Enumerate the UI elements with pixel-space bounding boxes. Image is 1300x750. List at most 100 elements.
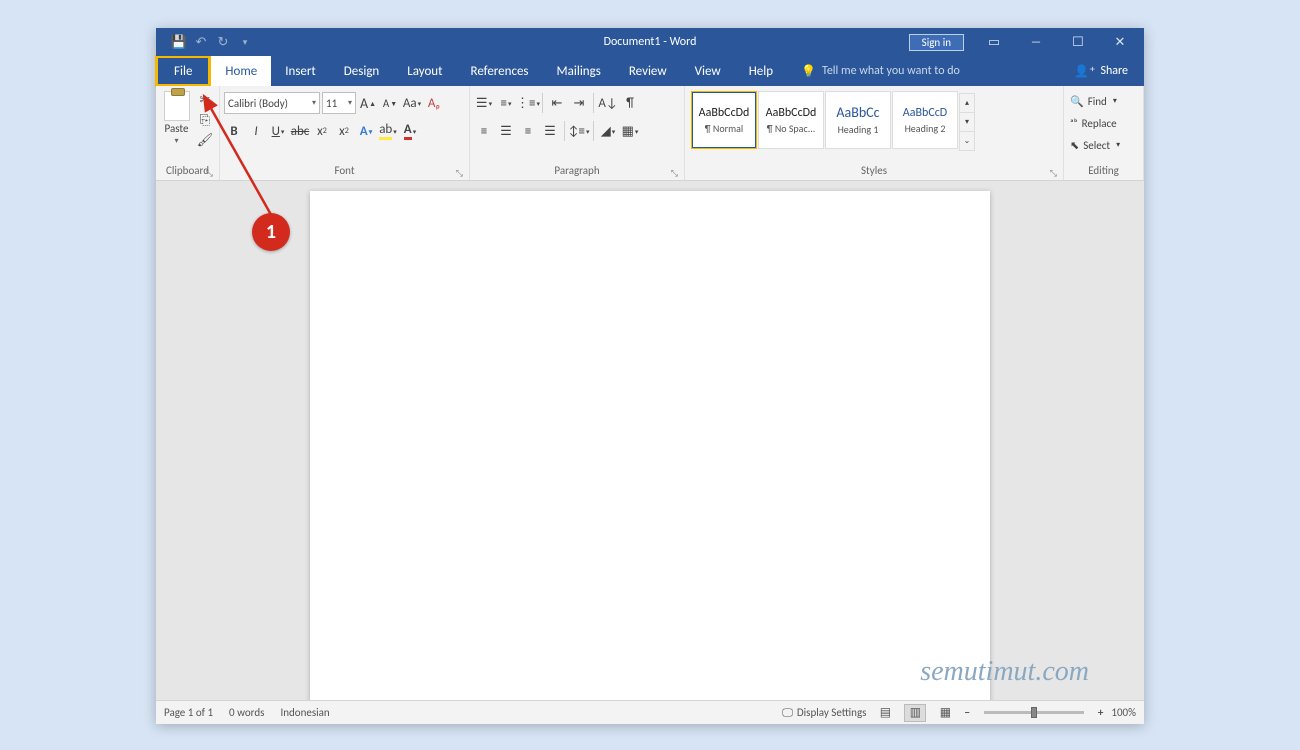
paragraph-launcher-icon[interactable]: ⤡: [671, 168, 678, 179]
tab-references[interactable]: References: [457, 56, 543, 86]
zoom-out-button[interactable]: −: [964, 706, 969, 719]
zoom-level[interactable]: 100%: [1111, 706, 1136, 719]
gallery-more-icon[interactable]: ⌄: [960, 132, 974, 150]
numbering-icon[interactable]: ≡▾: [496, 92, 516, 114]
style-preview: AaBbCcD: [903, 106, 947, 120]
chevron-down-icon: ▾: [174, 136, 178, 146]
clipboard-icon: [164, 91, 190, 121]
document-area: semutimut.com: [156, 181, 1144, 700]
group-editing-label: Editing: [1068, 164, 1139, 180]
status-page[interactable]: Page 1 of 1: [164, 706, 213, 719]
monitor-icon: 🖵: [782, 706, 793, 720]
borders-icon[interactable]: ▦▾: [620, 120, 640, 142]
bold-button[interactable]: B: [224, 120, 244, 142]
clear-formatting-icon[interactable]: Aᵨ: [424, 92, 444, 114]
align-left-icon[interactable]: ≡: [474, 120, 494, 142]
copy-icon[interactable]: ⎘: [195, 111, 215, 129]
tab-home[interactable]: Home: [211, 56, 271, 86]
sort-icon[interactable]: A↓: [598, 92, 618, 114]
minimize-icon[interactable]: ―: [1016, 28, 1056, 56]
close-icon[interactable]: ✕: [1100, 28, 1140, 56]
italic-button[interactable]: I: [246, 120, 266, 142]
styles-launcher-icon[interactable]: ⤡: [1050, 168, 1057, 179]
web-layout-icon[interactable]: ▦: [934, 704, 956, 722]
font-size-combo[interactable]: 11▾: [322, 92, 356, 114]
font-color-icon[interactable]: A▾: [400, 120, 420, 142]
maximize-icon[interactable]: ☐: [1058, 28, 1098, 56]
show-hide-marks-icon[interactable]: ¶: [620, 92, 640, 114]
highlight-color-icon[interactable]: ab▾: [378, 120, 398, 142]
tab-design[interactable]: Design: [330, 56, 393, 86]
increase-indent-icon[interactable]: ⇥: [569, 92, 589, 114]
read-mode-icon[interactable]: ▤: [874, 704, 896, 722]
tab-mailings[interactable]: Mailings: [543, 56, 615, 86]
subscript-button[interactable]: x2: [312, 120, 332, 142]
style-no-spacing[interactable]: AaBbCcDd ¶ No Spac...: [758, 91, 824, 149]
qat-customize-icon[interactable]: ▾: [236, 33, 254, 51]
print-layout-icon[interactable]: ▥: [904, 704, 926, 722]
format-painter-icon[interactable]: 🖌: [195, 131, 215, 149]
signin-button[interactable]: Sign in: [909, 34, 964, 51]
style-normal[interactable]: AaBbCcDd ¶ Normal: [691, 91, 757, 149]
change-case-icon[interactable]: Aa▾: [402, 92, 422, 114]
tab-help[interactable]: Help: [735, 56, 787, 86]
text-effects-icon[interactable]: A▾: [356, 120, 376, 142]
grow-font-icon[interactable]: A▲: [358, 92, 378, 114]
bullets-icon[interactable]: ☰▾: [474, 92, 494, 114]
share-button[interactable]: 👤⁺ Share: [1074, 56, 1144, 86]
share-label: Share: [1100, 64, 1128, 78]
quick-access-toolbar: 💾 ↶ ↻ ▾: [156, 33, 254, 51]
replace-button[interactable]: ᵃᵇReplace: [1068, 113, 1120, 133]
cut-icon[interactable]: ✂: [195, 91, 215, 109]
line-spacing-icon[interactable]: ↕≡▾: [569, 120, 589, 142]
undo-icon[interactable]: ↶: [192, 33, 210, 51]
strikethrough-button[interactable]: abc: [290, 120, 310, 142]
tab-file[interactable]: File: [155, 55, 211, 87]
font-launcher-icon[interactable]: ⤡: [456, 168, 463, 179]
gallery-down-icon[interactable]: ▾: [960, 113, 974, 132]
tab-review[interactable]: Review: [615, 56, 681, 86]
superscript-button[interactable]: x2: [334, 120, 354, 142]
tell-me-search[interactable]: 💡 Tell me what you want to do: [787, 56, 960, 86]
status-language[interactable]: Indonesian: [280, 706, 329, 719]
share-icon: 👤⁺: [1074, 64, 1095, 78]
document-page[interactable]: [310, 191, 990, 700]
shrink-font-icon[interactable]: A▼: [380, 92, 400, 114]
decrease-indent-icon[interactable]: ⇤: [547, 92, 567, 114]
style-heading1[interactable]: AaBbCc Heading 1: [825, 91, 891, 149]
clipboard-launcher-icon[interactable]: ⤡: [206, 168, 213, 179]
paste-button[interactable]: Paste ▾: [160, 89, 193, 146]
align-center-icon[interactable]: ☰: [496, 120, 516, 142]
tab-insert[interactable]: Insert: [271, 56, 330, 86]
align-right-icon[interactable]: ≡: [518, 120, 538, 142]
underline-button[interactable]: U▾: [268, 120, 288, 142]
ribbon: Paste ▾ ✂ ⎘ 🖌 Clipboard⤡ Calibri (Body)▾…: [156, 86, 1144, 181]
style-heading2[interactable]: AaBbCcD Heading 2: [892, 91, 958, 149]
gallery-up-icon[interactable]: ▴: [960, 94, 974, 113]
find-button[interactable]: 🔍Find▾: [1068, 91, 1120, 111]
shading-icon[interactable]: ◢▾: [598, 120, 618, 142]
tab-layout[interactable]: Layout: [393, 56, 456, 86]
style-preview: AaBbCcDd: [766, 106, 817, 120]
status-right: 🖵Display Settings ▤ ▥ ▦ − + 100%: [782, 704, 1136, 722]
title-right-controls: Sign in ▭ ― ☐ ✕: [909, 28, 1144, 56]
replace-icon: ᵃᵇ: [1070, 117, 1078, 130]
group-font: Calibri (Body)▾ 11▾ A▲ A▼ Aa▾ Aᵨ B I U▾ …: [220, 86, 470, 180]
zoom-thumb[interactable]: [1031, 707, 1037, 718]
ribbon-display-options-icon[interactable]: ▭: [974, 28, 1014, 56]
status-words[interactable]: 0 words: [229, 706, 264, 719]
zoom-in-button[interactable]: +: [1098, 706, 1103, 719]
style-gallery-nav: ▴ ▾ ⌄: [959, 93, 975, 151]
save-icon[interactable]: 💾: [170, 33, 188, 51]
redo-icon[interactable]: ↻: [214, 33, 232, 51]
display-settings-button[interactable]: 🖵Display Settings: [782, 706, 866, 720]
zoom-slider[interactable]: [984, 711, 1084, 714]
multilevel-list-icon[interactable]: ⋮≡▾: [518, 92, 538, 114]
ribbon-tabs: File Home Insert Design Layout Reference…: [156, 56, 1144, 86]
font-name-combo[interactable]: Calibri (Body)▾: [224, 92, 320, 114]
justify-icon[interactable]: ☰: [540, 120, 560, 142]
word-window: 💾 ↶ ↻ ▾ Document1 - Word Sign in ▭ ― ☐ ✕…: [156, 28, 1144, 724]
search-icon: 🔍: [1070, 95, 1084, 108]
select-button[interactable]: ⬉Select▾: [1068, 135, 1120, 155]
tab-view[interactable]: View: [681, 56, 735, 86]
